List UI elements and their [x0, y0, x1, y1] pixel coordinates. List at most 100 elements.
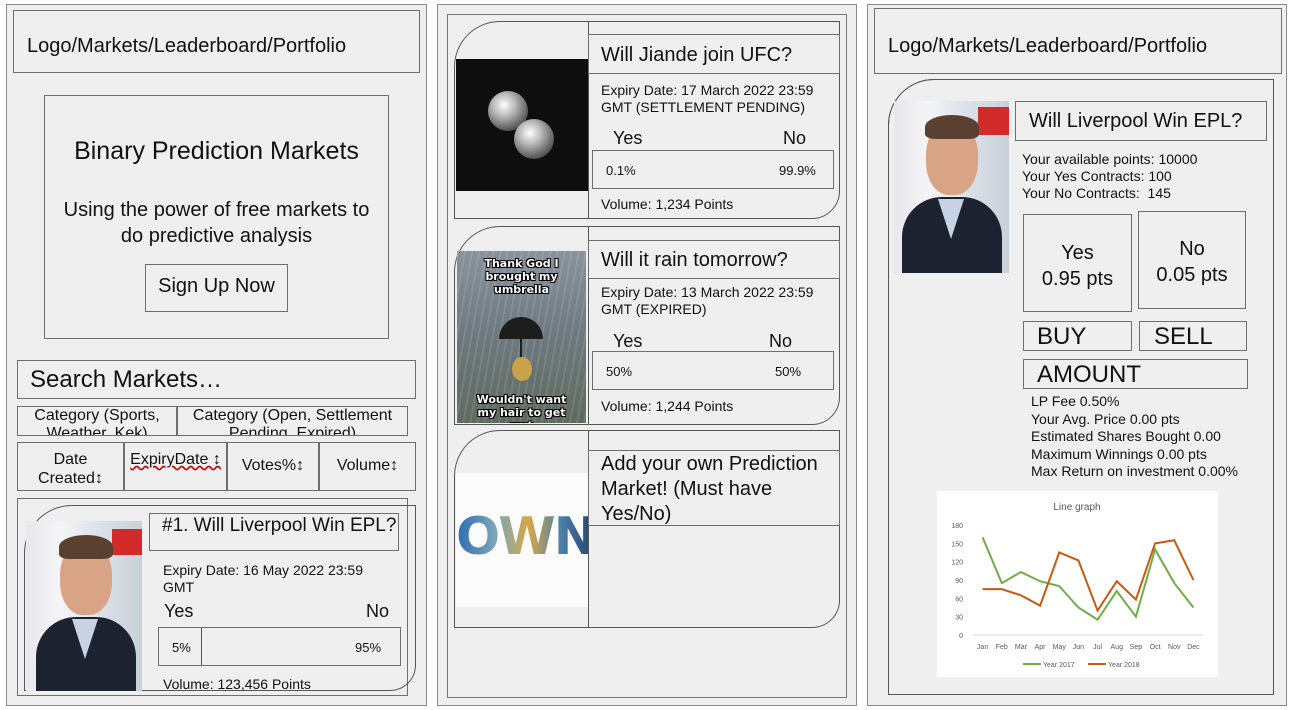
x-tick-label: Nov	[1168, 644, 1181, 651]
yes-label: Yes	[613, 331, 643, 351]
y-tick-label: 0	[959, 633, 963, 640]
hero-subtitle: Using the power of free markets to do pr…	[63, 199, 370, 247]
vote-bar[interactable]: 5% 95%	[158, 627, 401, 666]
duck-figure	[512, 357, 532, 381]
no-option-button[interactable]: No 0.05 pts	[1138, 211, 1246, 309]
status-filter[interactable]: Category (Open, Settlement Pending, Expi…	[177, 406, 408, 436]
x-tick-label: Apr	[1035, 644, 1047, 651]
own-logo-image: OWN	[456, 473, 588, 607]
red-sponsor-patch	[112, 529, 142, 555]
market-volume: Volume: 1,234 Points	[601, 196, 734, 212]
nav-bar[interactable]: Logo/Markets/Leaderboard/Portfolio	[874, 8, 1282, 74]
buy-label: BUY	[1037, 323, 1087, 350]
no-option-price: 0.05 pts	[1156, 264, 1228, 286]
estimated-shares: Estimated Shares Bought 0.00	[1031, 428, 1221, 444]
meme-bottom-caption: Wouldn't want my hair to get wet	[476, 393, 567, 423]
amount-placeholder: AMOUNT	[1037, 361, 1141, 388]
vote-bar[interactable]: 0.1% 99.9%	[592, 150, 834, 189]
status-filter-label: Category (Open, Settlement Pending, Expi…	[192, 407, 393, 436]
y-tick-label: 180	[951, 523, 963, 530]
market-card[interactable]: Thank God I brought my umbrella Wouldn't…	[454, 226, 840, 425]
market-card[interactable]: Will Jiande join UFC? Expiry Date: 17 Ma…	[454, 21, 840, 219]
meme-image: Thank God I brought my umbrella Wouldn't…	[457, 251, 586, 423]
market-image	[26, 521, 142, 691]
sort-expiry-date[interactable]: ExpiryDate ↕	[124, 442, 227, 491]
yes-option-button[interactable]: Yes 0.95 pts	[1023, 214, 1132, 312]
market-expiry: Expiry Date: 17 March 2022 23:59 GMT (SE…	[601, 82, 814, 115]
yes-option-label: Yes	[1061, 242, 1094, 264]
maximum-winnings: Maximum Winnings 0.00 pts	[1031, 445, 1207, 462]
left-panel: Logo/Markets/Leaderboard/Portfolio Binar…	[6, 4, 427, 706]
sphere-icon	[514, 119, 554, 159]
yes-percent: 50%	[606, 364, 633, 379]
nav-links[interactable]: Logo/Markets/Leaderboard/Portfolio	[27, 35, 346, 58]
y-tick-label: 120	[951, 560, 963, 567]
amount-input[interactable]: AMOUNT	[1023, 359, 1248, 389]
no-percent: 99.9%	[779, 163, 816, 178]
sign-up-label: Sign Up Now	[158, 275, 275, 297]
market-image	[894, 101, 1009, 273]
series-line	[981, 536, 1195, 622]
no-percent: 50%	[775, 364, 802, 379]
line-chart: Line graph 0 30 60 90 120 150 180 Jan Feb Mar Apr…	[937, 491, 1218, 677]
market-title[interactable]: #1. Will Liverpool Win EPL?	[149, 513, 399, 551]
trade-stats: LP Fee 0.50% Your Avg. Price 0.00 pts Es…	[1031, 393, 1238, 481]
add-market-label: Add your own Prediction Market! (Must ha…	[601, 453, 818, 525]
add-market-card[interactable]: OWN Add your own Prediction Market! (Mus…	[454, 430, 840, 628]
nav-bar[interactable]: Logo/Markets/Leaderboard/Portfolio	[13, 10, 420, 73]
hair	[925, 115, 979, 139]
add-market-button[interactable]: Add your own Prediction Market! (Must ha…	[588, 450, 840, 526]
right-panel: Logo/Markets/Leaderboard/Portfolio Will …	[867, 4, 1287, 706]
x-tick-label: Jun	[1073, 644, 1084, 651]
sort-votes[interactable]: Votes%↕	[227, 442, 319, 491]
yes-contracts: Your Yes Contracts: 100	[1022, 168, 1172, 184]
x-tick-label: Oct	[1150, 644, 1161, 651]
middle-panel: Will Jiande join UFC? Expiry Date: 17 Ma…	[437, 4, 857, 706]
category-filter[interactable]: Category (Sports, Weather, Kek)	[17, 406, 177, 436]
chart-title: Line graph	[1053, 502, 1100, 513]
buy-button[interactable]: BUY	[1023, 321, 1132, 351]
legend-label: Year 2017	[1043, 662, 1075, 669]
search-placeholder: Search Markets…	[30, 366, 223, 393]
sort-expiry-date-label: ExpiryDate ↕	[130, 451, 221, 468]
x-tick-label: May	[1053, 644, 1067, 651]
sort-date-created[interactable]: Date Created↕	[17, 442, 124, 491]
x-tick-label: Aug	[1111, 644, 1124, 651]
line-chart-svg: Line graph 0 30 60 90 120 150 180 Jan Feb Mar Apr…	[951, 502, 1203, 669]
no-contracts: Your No Contracts: 145	[1022, 185, 1171, 201]
y-tick-label: 30	[955, 615, 963, 622]
hero-box: Binary Prediction Markets Using the powe…	[44, 95, 389, 339]
market-title[interactable]: Will Jiande join UFC?	[588, 34, 840, 74]
red-sponsor-patch	[978, 107, 1009, 135]
max-return: Max Return on investment 0.00%	[1031, 463, 1238, 479]
vote-bar[interactable]: 50% 50%	[592, 351, 834, 390]
avg-price: Your Avg. Price 0.00 pts	[1031, 410, 1180, 427]
market-expiry: Expiry Date: 13 March 2022 23:59 GMT (EX…	[601, 284, 814, 317]
x-tick-label: Sep	[1130, 644, 1143, 651]
nav-links[interactable]: Logo/Markets/Leaderboard/Portfolio	[888, 35, 1207, 58]
yes-label: Yes	[613, 128, 643, 148]
no-label: No	[783, 128, 807, 148]
no-label: No	[366, 601, 390, 621]
sell-button[interactable]: SELL	[1139, 321, 1247, 351]
available-points: Your available points: 10000	[1022, 151, 1198, 167]
own-logo: OWN	[456, 507, 588, 567]
y-tick-label: 60	[955, 596, 963, 603]
x-tick-label: Mar	[1015, 644, 1028, 651]
market-card[interactable]: #1. Will Liverpool Win EPL? Expiry Date:…	[17, 498, 416, 696]
sort-volume[interactable]: Volume↕	[319, 442, 416, 491]
sell-label: SELL	[1154, 323, 1213, 350]
yes-option-price: 0.95 pts	[1041, 268, 1114, 290]
x-tick-label: Dec	[1187, 644, 1200, 651]
market-title: Will Liverpool Win EPL?	[1015, 101, 1267, 141]
market-volume: Volume: 123,456 Points	[163, 676, 311, 692]
search-input[interactable]: Search Markets…	[17, 360, 416, 399]
sort-volume-label: Volume↕	[336, 457, 399, 474]
no-option-label: No	[1179, 238, 1205, 260]
sort-votes-label: Votes%↕	[241, 457, 305, 474]
x-tick-label: Jan	[977, 644, 988, 651]
sort-date-created-label: Date Created↕	[38, 451, 103, 487]
sign-up-button[interactable]: Sign Up Now	[145, 264, 288, 312]
market-title[interactable]: Will it rain tomorrow?	[588, 240, 840, 279]
legend-label: Year 2018	[1108, 662, 1140, 669]
